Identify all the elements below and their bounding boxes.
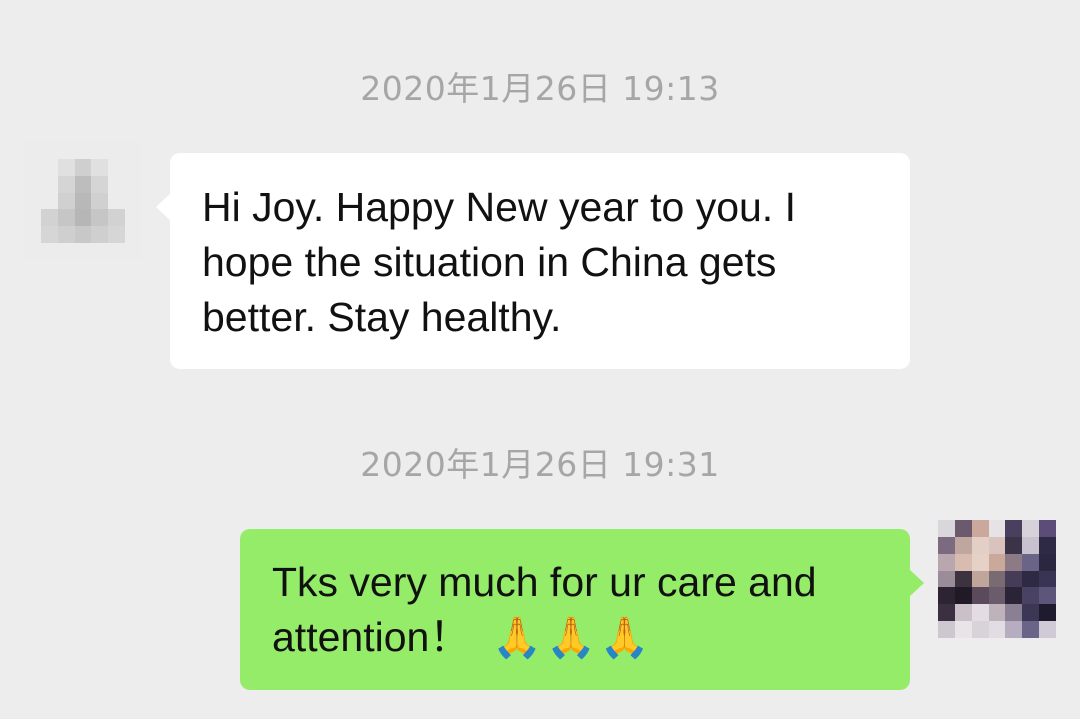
contact-avatar[interactable] — [24, 142, 142, 260]
message-timestamp: 2020年1月26日 19:31 — [360, 445, 720, 484]
message-text: Hi Joy. Happy New year to you. I hope th… — [202, 184, 796, 340]
message-timestamp: 2020年1月26日 19:13 — [360, 69, 720, 108]
pixelated-avatar-icon — [24, 142, 142, 260]
user-avatar[interactable] — [938, 520, 1056, 638]
pixelated-avatar-icon — [938, 520, 1056, 638]
incoming-message-bubble[interactable]: Hi Joy. Happy New year to you. I hope th… — [156, 153, 910, 369]
folded-hands-emoji: 🙏🙏🙏 — [492, 615, 654, 661]
outgoing-message-bubble[interactable]: Tks very much for ur care and attention！… — [240, 529, 924, 690]
